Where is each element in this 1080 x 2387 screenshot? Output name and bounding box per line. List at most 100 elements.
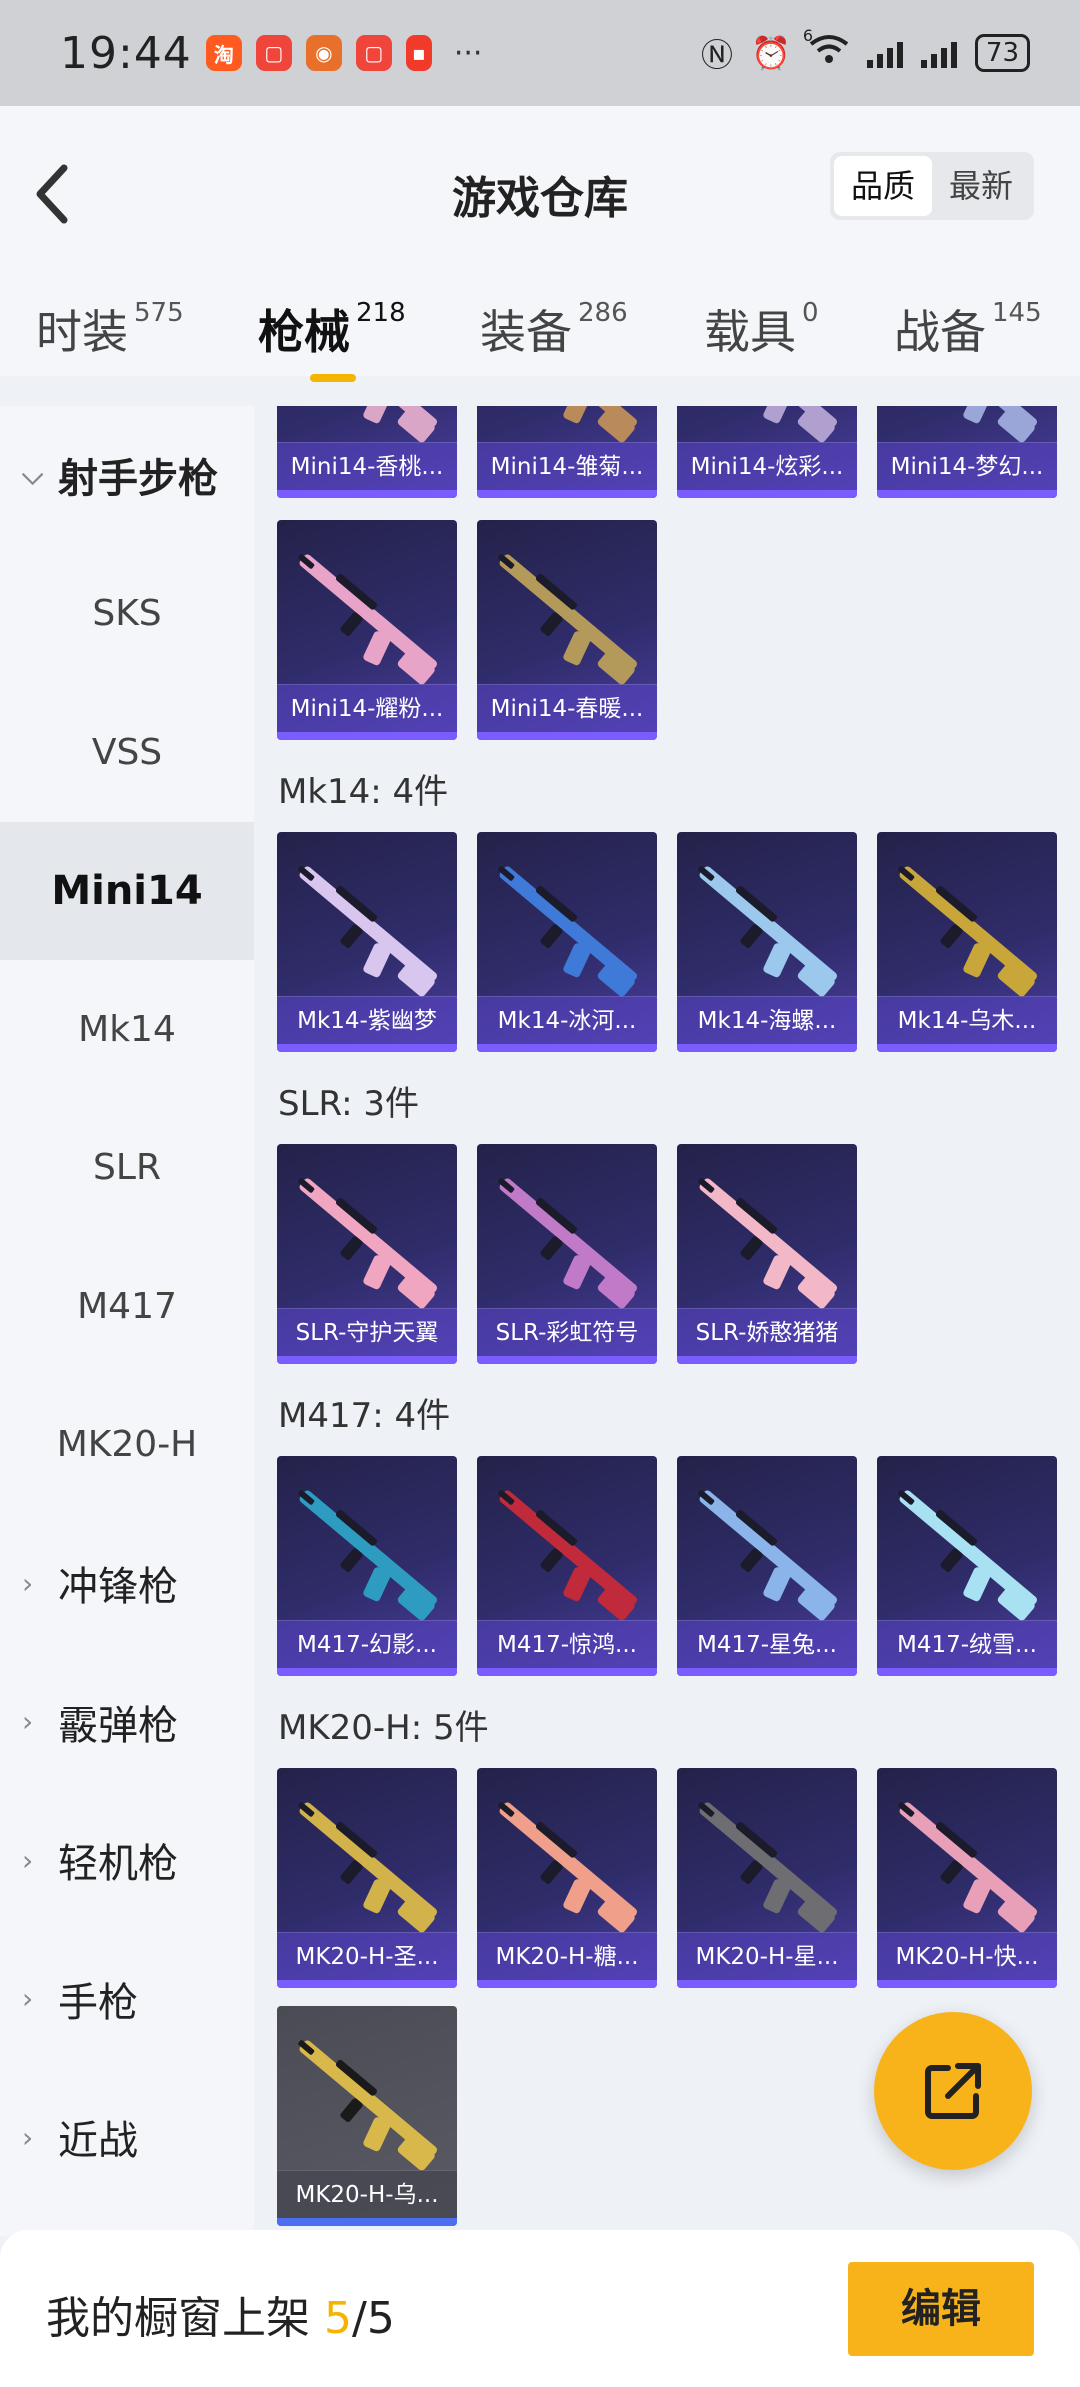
skin-card[interactable]: Mk14-紫幽梦: [277, 832, 457, 1052]
gun-skin-image: [498, 1490, 638, 1621]
skin-name: Mini14-梦幻...: [877, 442, 1057, 490]
sidebar-category[interactable]: › 近战: [0, 2068, 254, 2206]
sidebar-category[interactable]: › 轻机枪: [0, 1791, 254, 1929]
sidebar-item-label: M417: [77, 1285, 177, 1327]
sidebar-item[interactable]: M417: [0, 1237, 254, 1375]
skin-name: Mini14-香桃...: [277, 442, 457, 490]
quality-strip: [477, 732, 657, 740]
status-bar: 19:44 淘 ▢ ◉ ▢ ▪ ··· Ⓝ ⏰ 6 73: [0, 0, 1080, 106]
sidebar-item-label: 近战: [58, 2118, 138, 2164]
weapon-type-sidebar: ⌵ 射手步枪 SKS VSS Mini14 Mk14 SLR M417 MK20-H › 冲锋枪 › 霰…: [0, 406, 254, 2236]
gun-skin-image: [698, 1178, 838, 1309]
sidebar-category[interactable]: › 手枪: [0, 1930, 254, 2068]
sort-newest-button[interactable]: 最新: [932, 156, 1030, 216]
gun-skin-image: [498, 554, 638, 685]
red-envelope-icon: ▪: [405, 35, 432, 71]
sidebar-category[interactable]: ⌵ 射手步枪: [0, 406, 254, 544]
tab-supplies[interactable]: 战备 145: [894, 296, 1042, 362]
alarm-icon: ⏰: [751, 34, 791, 72]
sidebar-item-label: 霰弹枪: [58, 1702, 178, 1749]
skin-grid: Mini14-香桃... Mini14-雏菊... Mini14-炫彩... Mini…: [254, 406, 1080, 2236]
sidebar-item[interactable]: SLR: [0, 1099, 254, 1237]
skin-card[interactable]: SLR-娇憨猪猪: [677, 1144, 857, 1364]
skin-card[interactable]: SLR-彩虹符号: [477, 1144, 657, 1364]
wifi-icon: 6: [803, 26, 849, 72]
tab-count: 575: [134, 298, 184, 328]
tab-label: 装备: [480, 305, 572, 359]
nfc-icon: Ⓝ: [701, 36, 734, 74]
tab-guns[interactable]: 枪械 218: [258, 296, 406, 362]
sidebar-category[interactable]: › 霰弹枪: [0, 1653, 254, 1791]
quality-strip: [677, 490, 857, 498]
sidebar-item[interactable]: Mini14: [0, 821, 254, 960]
quality-strip: [477, 1044, 657, 1052]
weapon-section-title: Mk14: 4件: [278, 772, 449, 812]
weapon-section-title: MK20-H: 5件: [278, 1708, 489, 1748]
skin-name: Mk14-冰河...: [477, 996, 657, 1044]
sidebar-item-label: MK20-H: [56, 1424, 198, 1465]
red-app-icon-2: ▢: [355, 35, 392, 71]
quality-strip: [477, 1356, 657, 1364]
share-button[interactable]: [874, 2012, 1032, 2170]
quality-strip: [277, 1980, 457, 1988]
sidebar-item-label: 轻机枪: [58, 1841, 178, 1887]
gun-skin-image: [298, 2040, 438, 2171]
sidebar-item[interactable]: SKS: [0, 545, 254, 683]
skin-card[interactable]: MK20-H-快...: [877, 1768, 1057, 1988]
skin-card[interactable]: Mini14-雏菊...: [477, 406, 657, 498]
signal-icon: [866, 38, 903, 68]
skin-name: M417-惊鸿...: [477, 1620, 657, 1668]
skin-name: Mini14-雏菊...: [477, 442, 657, 490]
skin-card[interactable]: M417-绒雪...: [877, 1456, 1057, 1676]
sidebar-item-label: 冲锋枪: [58, 1564, 178, 1610]
skin-card[interactable]: M417-惊鸿...: [477, 1456, 657, 1676]
skin-card[interactable]: MK20-H-乌...: [277, 2006, 457, 2226]
sort-quality-button[interactable]: 品质: [834, 156, 932, 216]
showcase-total: 5: [366, 2293, 395, 2344]
share-external-icon: [925, 2063, 981, 2119]
quality-strip: [277, 1044, 457, 1052]
skin-card[interactable]: M417-幻影...: [277, 1456, 457, 1676]
sidebar-item[interactable]: Mk14: [0, 960, 254, 1098]
skin-card[interactable]: SLR-守护天翼: [277, 1144, 457, 1364]
skin-card[interactable]: Mini14-炫彩...: [677, 406, 857, 498]
tab-count: 0: [802, 298, 819, 328]
tab-vehicles[interactable]: 载具 0: [704, 296, 819, 362]
skin-name: M417-绒雪...: [877, 1620, 1057, 1668]
skin-card[interactable]: M417-星兔...: [677, 1456, 857, 1676]
quality-strip: [277, 1668, 457, 1676]
skin-name: Mini14-耀粉...: [277, 684, 457, 732]
chevron-right-icon: ›: [22, 2120, 34, 2154]
skin-card[interactable]: Mini14-香桃...: [277, 406, 457, 498]
system-icons: Ⓝ ⏰ 6 73: [701, 26, 1030, 76]
skin-card[interactable]: MK20-H-圣...: [277, 1768, 457, 1988]
showcase-label: 我的橱窗上架: [46, 2293, 310, 2344]
skin-card[interactable]: Mini14-春暖...: [477, 520, 657, 740]
skin-card[interactable]: Mk14-乌木...: [877, 832, 1057, 1052]
tab-label: 战备: [894, 305, 986, 359]
skin-card[interactable]: Mini14-耀粉...: [277, 520, 457, 740]
skin-name: Mk14-紫幽梦: [277, 996, 457, 1044]
sidebar-item[interactable]: VSS: [0, 683, 254, 821]
edit-button[interactable]: 编辑: [848, 2262, 1034, 2356]
skin-name: MK20-H-糖...: [477, 1932, 657, 1980]
skin-card[interactable]: Mk14-海螺...: [677, 832, 857, 1052]
skin-name: Mini14-炫彩...: [677, 442, 857, 490]
skin-card[interactable]: MK20-H-星...: [677, 1768, 857, 1988]
skin-card[interactable]: Mk14-冰河...: [477, 832, 657, 1052]
gun-skin-image: [698, 866, 838, 997]
sidebar-item-label: SKS: [92, 593, 162, 634]
gun-skin-image: [698, 1490, 838, 1621]
tab-equipment[interactable]: 装备 286: [480, 296, 628, 362]
chevron-right-icon: ›: [22, 1566, 34, 1600]
tab-label: 载具: [704, 305, 796, 359]
taobao-app-icon: 淘: [205, 35, 242, 71]
sidebar-category[interactable]: › 冲锋枪: [0, 1514, 254, 1652]
sidebar-item[interactable]: MK20-H: [0, 1376, 254, 1514]
skin-card[interactable]: Mini14-梦幻...: [877, 406, 1057, 498]
tab-outfits[interactable]: 时装 575: [36, 296, 184, 362]
quality-strip: [877, 490, 1057, 498]
skin-card[interactable]: MK20-H-糖...: [477, 1768, 657, 1988]
chevron-right-icon: ›: [22, 1705, 34, 1738]
sort-toggle: 品质 最新: [830, 152, 1034, 220]
